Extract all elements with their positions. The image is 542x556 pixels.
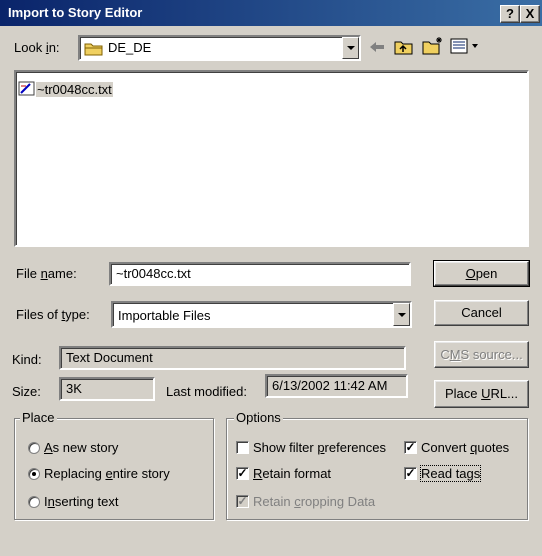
file-type-value: Importable Files [118, 308, 211, 323]
modified-label: Last modified: [166, 384, 247, 399]
as-new-story-label: As new story [44, 440, 119, 455]
title-bar[interactable]: Import to Story Editor ? X [0, 0, 542, 26]
file-type-label: Files of type: [16, 307, 90, 322]
read-tags-checkbox[interactable]: ✓ Read tags [404, 465, 482, 482]
close-button[interactable]: X [520, 5, 540, 23]
replacing-entire-story-radio[interactable]: Replacing entire story [28, 466, 170, 481]
cms-source-button[interactable]: CMS source... [434, 341, 529, 368]
look-in-value: DE_DE [108, 40, 152, 55]
back-arrow-icon[interactable] [369, 40, 385, 54]
file-name-text: ~tr0048cc.txt [36, 81, 113, 97]
convert-quotes-checkbox[interactable]: ✓ Convert quotes [404, 440, 509, 455]
new-folder-icon[interactable] [422, 36, 444, 56]
chevron-down-icon[interactable] [393, 303, 410, 326]
retain-format-checkbox[interactable]: ✓ Retain format [236, 466, 331, 481]
up-folder-icon[interactable] [394, 38, 414, 56]
help-button[interactable]: ? [500, 5, 520, 23]
checkbox-indicator[interactable] [236, 441, 249, 454]
kind-value: Text Document [59, 346, 406, 370]
file-name-label: File name: [16, 266, 77, 281]
radio-indicator[interactable] [28, 467, 40, 480]
checkmark-icon[interactable]: ✓ [236, 467, 249, 480]
kind-label: Kind: [12, 352, 42, 367]
retain-format-label: Retain format [253, 466, 332, 481]
place-url-button[interactable]: Place URL... [434, 380, 529, 408]
size-value: 3K [59, 377, 155, 401]
inserting-text-radio[interactable]: Inserting text [28, 494, 118, 509]
view-menu-icon[interactable] [450, 38, 480, 54]
text-file-icon [18, 81, 35, 96]
place-group-label: Place [20, 410, 57, 425]
read-tags-label: Read tags [419, 465, 482, 482]
cancel-button[interactable]: Cancel [434, 300, 529, 326]
checkmark-icon[interactable]: ✓ [404, 467, 417, 480]
convert-quotes-label: Convert quotes [421, 440, 510, 455]
inserting-text-label: Inserting text [44, 494, 119, 509]
size-label: Size: [12, 384, 41, 399]
file-name-input[interactable]: ~tr0048cc.txt [109, 262, 411, 286]
radio-indicator[interactable] [28, 441, 40, 454]
look-in-label: Look in: [14, 40, 60, 55]
file-type-dropdown[interactable]: Importable Files [111, 301, 412, 328]
show-filter-preferences-checkbox[interactable]: Show filter preferences [236, 440, 386, 455]
retain-cropping-data-label: Retain cropping Data [253, 494, 376, 509]
show-filter-preferences-label: Show filter preferences [253, 440, 386, 455]
options-group-label: Options [234, 410, 283, 425]
look-in-dropdown[interactable]: DE_DE [78, 35, 361, 61]
checkmark-icon: ✓ [236, 494, 249, 508]
as-new-story-radio[interactable]: As new story [28, 440, 118, 455]
file-list[interactable]: ~tr0048cc.txt [14, 70, 529, 247]
folder-icon [84, 43, 103, 56]
checkmark-icon[interactable]: ✓ [404, 441, 417, 454]
list-item[interactable]: ~tr0048cc.txt [18, 80, 113, 98]
open-button[interactable]: Open [433, 260, 530, 287]
window-title: Import to Story Editor [8, 5, 143, 20]
chevron-down-icon[interactable] [342, 37, 359, 59]
replacing-entire-story-label: Replacing entire story [44, 466, 170, 481]
retain-cropping-data-checkbox[interactable]: ✓ Retain cropping Data [236, 494, 375, 509]
modified-value: 6/13/2002 11:42 AM [265, 374, 408, 398]
radio-indicator[interactable] [28, 495, 40, 508]
